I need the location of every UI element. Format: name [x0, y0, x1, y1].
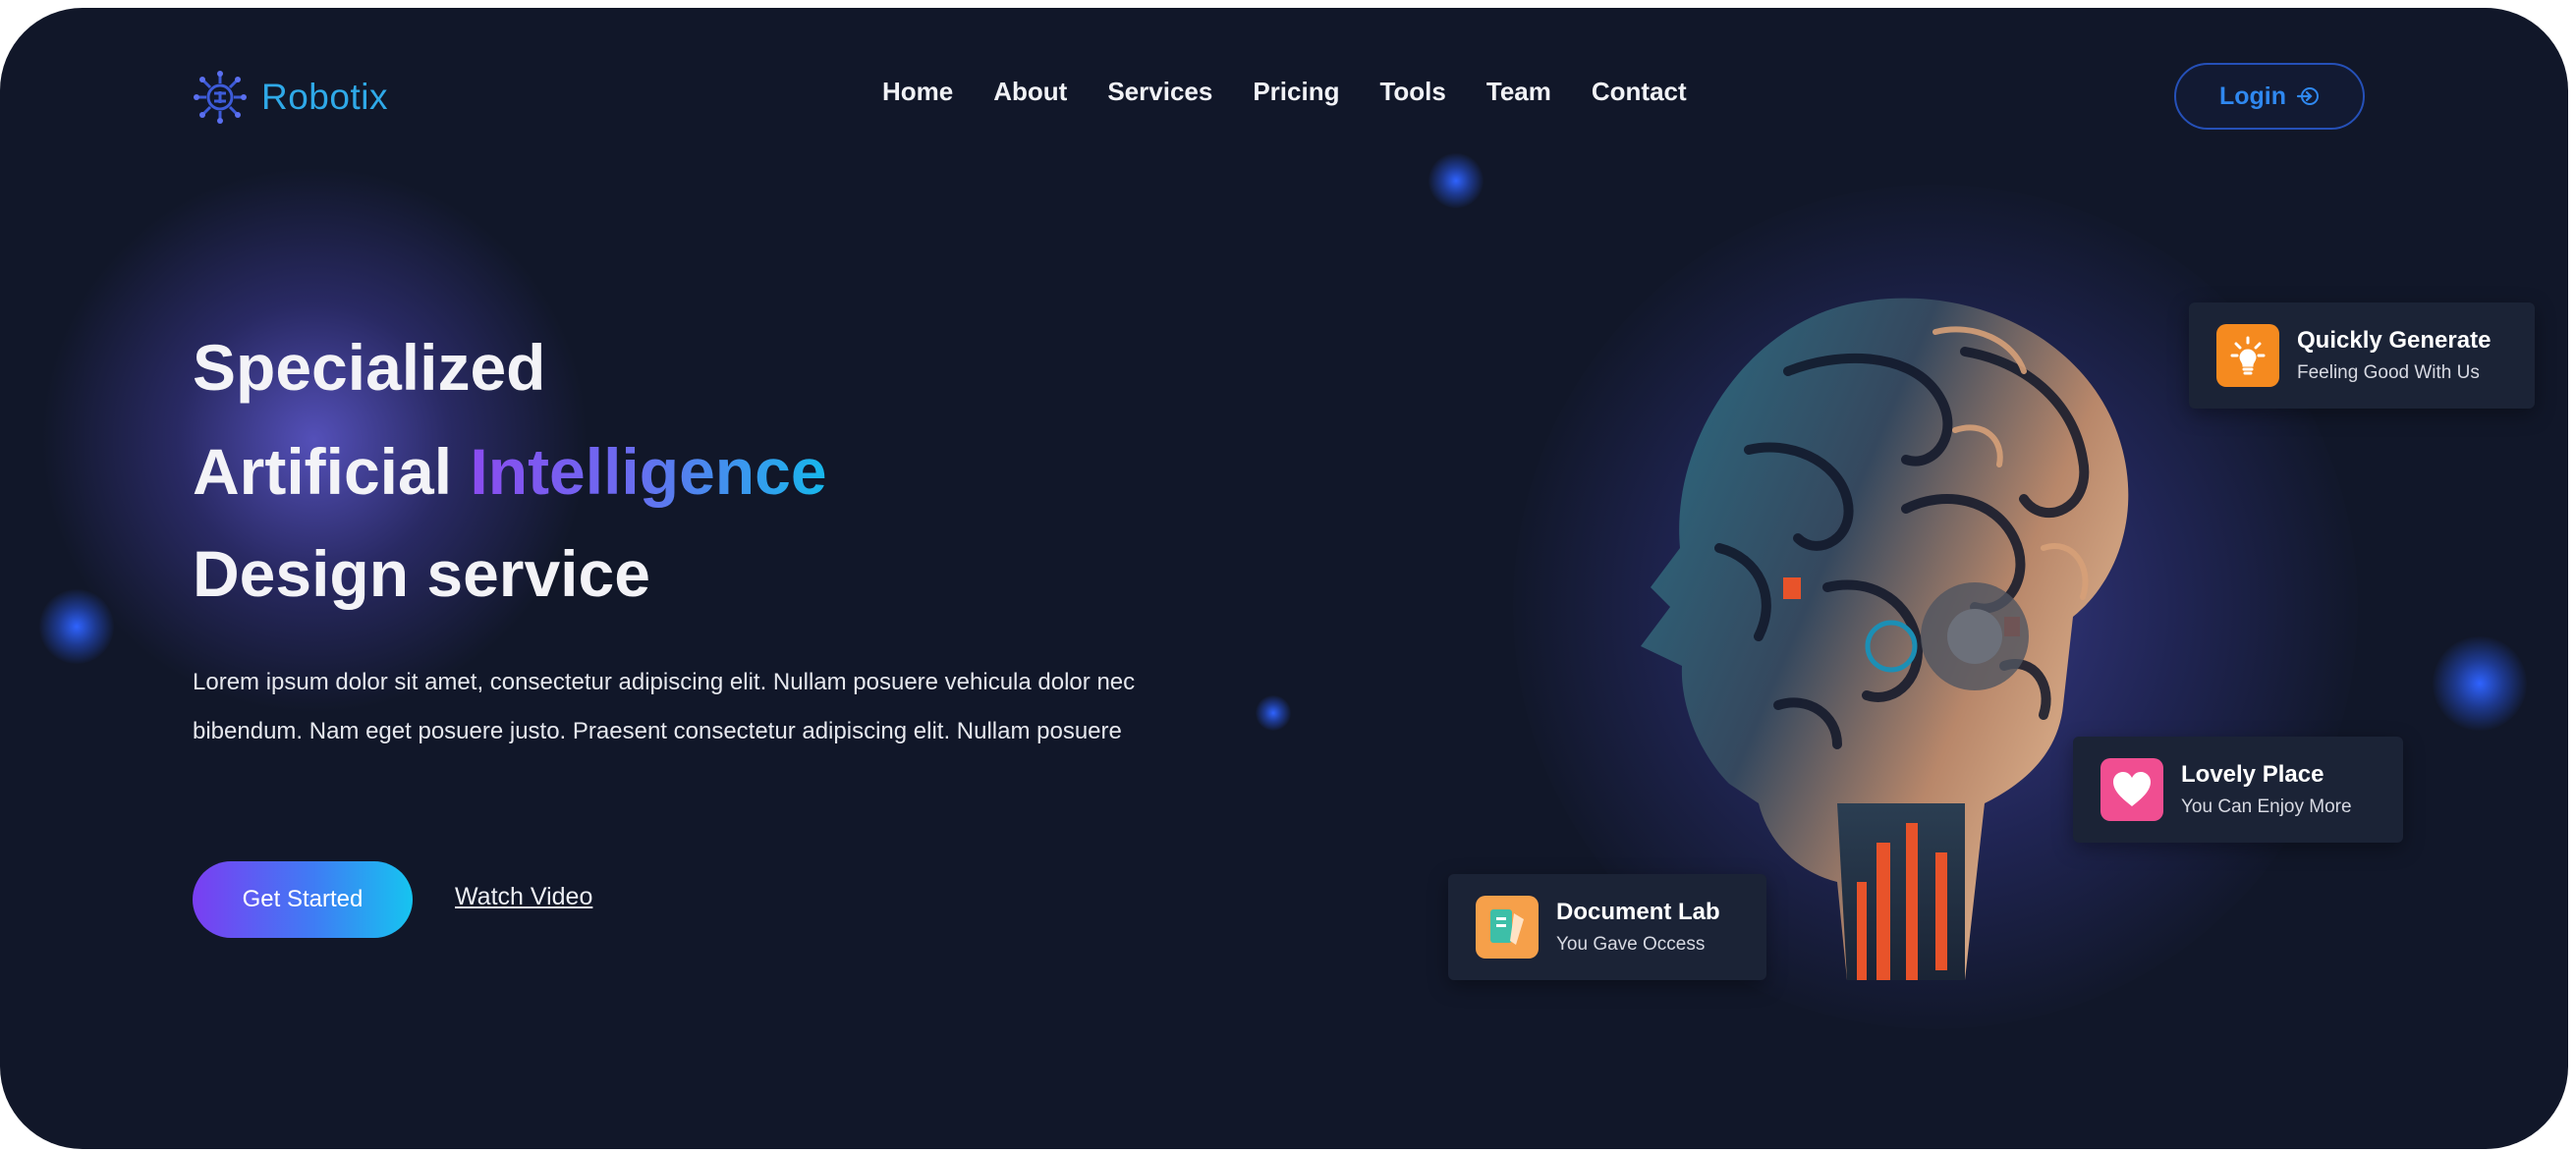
hero-title-line-1: Specialized	[193, 331, 546, 404]
hero-title-highlight: Intelligence	[470, 435, 827, 508]
card-text: Quickly Generate Feeling Good With Us	[2297, 327, 2491, 384]
hero-title-line-3: Design service	[193, 537, 650, 610]
card-title: Document Lab	[1556, 899, 1720, 925]
get-started-button[interactable]: Get Started	[193, 861, 413, 938]
document-lab-card: Document Lab You Gave Occess	[1448, 874, 1766, 980]
nav-pricing[interactable]: Pricing	[1253, 77, 1339, 107]
login-label: Login	[2218, 82, 2287, 110]
glow-dot	[2433, 636, 2527, 731]
landing-page: Robotix Home About Services Pricing Tool…	[0, 8, 2568, 1149]
nav-services[interactable]: Services	[1107, 77, 1212, 107]
nav-about[interactable]: About	[993, 77, 1067, 107]
hero-title-line-2: Artificial Intelligence	[193, 432, 827, 511]
nav-contact[interactable]: Contact	[1592, 77, 1687, 107]
watch-video-link[interactable]: Watch Video	[455, 883, 592, 911]
card-subtitle: Feeling Good With Us	[2297, 362, 2480, 383]
heart-icon	[2100, 758, 2163, 821]
login-button[interactable]: Login	[2174, 63, 2365, 130]
nav-home[interactable]: Home	[882, 77, 953, 107]
quickly-generate-card: Quickly Generate Feeling Good With Us	[2189, 302, 2535, 409]
glow-dot	[1256, 695, 1291, 731]
glow-dot	[1428, 153, 1484, 208]
card-subtitle: You Can Enjoy More	[2181, 796, 2352, 817]
card-subtitle: You Gave Occess	[1556, 934, 1706, 955]
robot-circuit-icon	[194, 71, 247, 124]
card-title: Lovely Place	[2181, 761, 2324, 788]
card-title: Quickly Generate	[2297, 327, 2492, 354]
hero-description: Lorem ipsum dolor sit amet, consectetur …	[193, 669, 1136, 744]
brand-name: Robotix	[261, 77, 388, 117]
login-arrow-icon	[2296, 87, 2320, 105]
document-icon	[1476, 896, 1539, 959]
card-text: Lovely Place You Can Enjoy More	[2181, 761, 2352, 818]
nav-team[interactable]: Team	[1486, 77, 1551, 107]
lightbulb-icon	[2216, 324, 2279, 387]
card-text: Document Lab You Gave Occess	[1556, 899, 1720, 956]
nav-tools[interactable]: Tools	[1379, 77, 1445, 107]
brand-logo[interactable]: Robotix	[193, 65, 388, 130]
main-nav: Home About Services Pricing Tools Team C…	[882, 77, 1727, 107]
hero-title-prefix: Artificial	[193, 435, 453, 508]
glow-dot	[39, 589, 114, 664]
lovely-place-card: Lovely Place You Can Enjoy More	[2073, 737, 2403, 843]
